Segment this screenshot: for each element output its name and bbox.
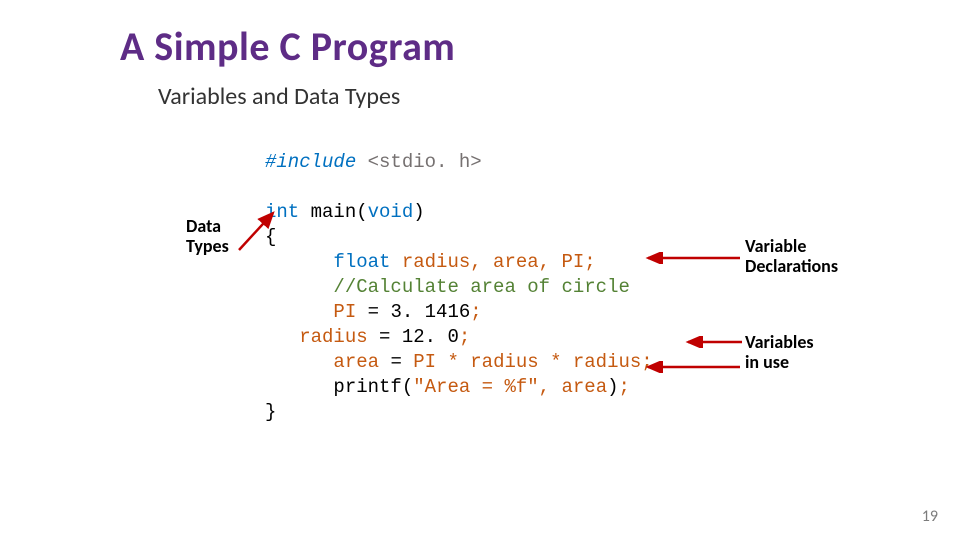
code-printf-comma: , [539,376,562,398]
code-comment: //Calculate area of circle [333,276,629,298]
code-float-kw: float [333,251,401,273]
code-area-rhs: PI * radius * radius [413,351,641,373]
code-rparen: ) [413,201,424,223]
code-semi: ; [459,326,470,348]
code-include-kw: #include [265,151,356,173]
code-printf-str: "Area = %f" [413,376,538,398]
label-var-use-l1: Variables [745,331,814,353]
code-eq: = [368,301,391,323]
code-block: #include <stdio. h> int main(void) { flo… [265,150,653,425]
code-lparen: ( [402,376,413,398]
code-printf-fn: printf [333,376,401,398]
code-close-brace: } [265,401,276,423]
code-pi-val: 3. 1416 [390,301,470,323]
code-radius-lhs: radius [299,326,379,348]
arrow-var-decl [640,252,750,264]
arrow-var-use-2 [640,361,750,373]
code-semi: ; [641,351,652,373]
page-number: 19 [922,507,938,526]
label-variables-in-use: Variables in use [745,332,814,372]
slide: A Simple C Program Variables and Data Ty… [0,0,960,540]
label-data-types: Data Types [186,216,229,256]
code-printf-arg: area [561,376,607,398]
code-include-hdr: <stdio. h> [368,151,482,173]
label-variable-declarations: Variable Declarations [745,236,838,276]
label-var-use-l2: in use [745,351,789,373]
arrow-var-use-1 [680,336,750,348]
code-int-kw: int [265,201,311,223]
code-void-kw: void [368,201,414,223]
label-var-decl-l2: Declarations [745,255,838,277]
code-semi: ; [619,376,630,398]
code-open-brace: { [265,226,276,248]
code-radius-val: 12. 0 [402,326,459,348]
slide-subtitle: Variables and Data Types [158,82,400,111]
code-pi-lhs: PI [333,301,367,323]
code-decl-vars: radius, area, PI; [402,251,596,273]
code-semi: ; [470,301,481,323]
code-eq: = [379,326,402,348]
code-eq: = [390,351,413,373]
code-rparen: ) [607,376,618,398]
slide-title: A Simple C Program [120,22,455,71]
label-var-decl-l1: Variable [745,235,806,257]
code-main-fn: main [311,201,357,223]
code-lparen: ( [356,201,367,223]
label-data-types-l2: Types [186,235,229,257]
code-area-lhs: area [333,351,390,373]
label-data-types-l1: Data [186,215,221,237]
